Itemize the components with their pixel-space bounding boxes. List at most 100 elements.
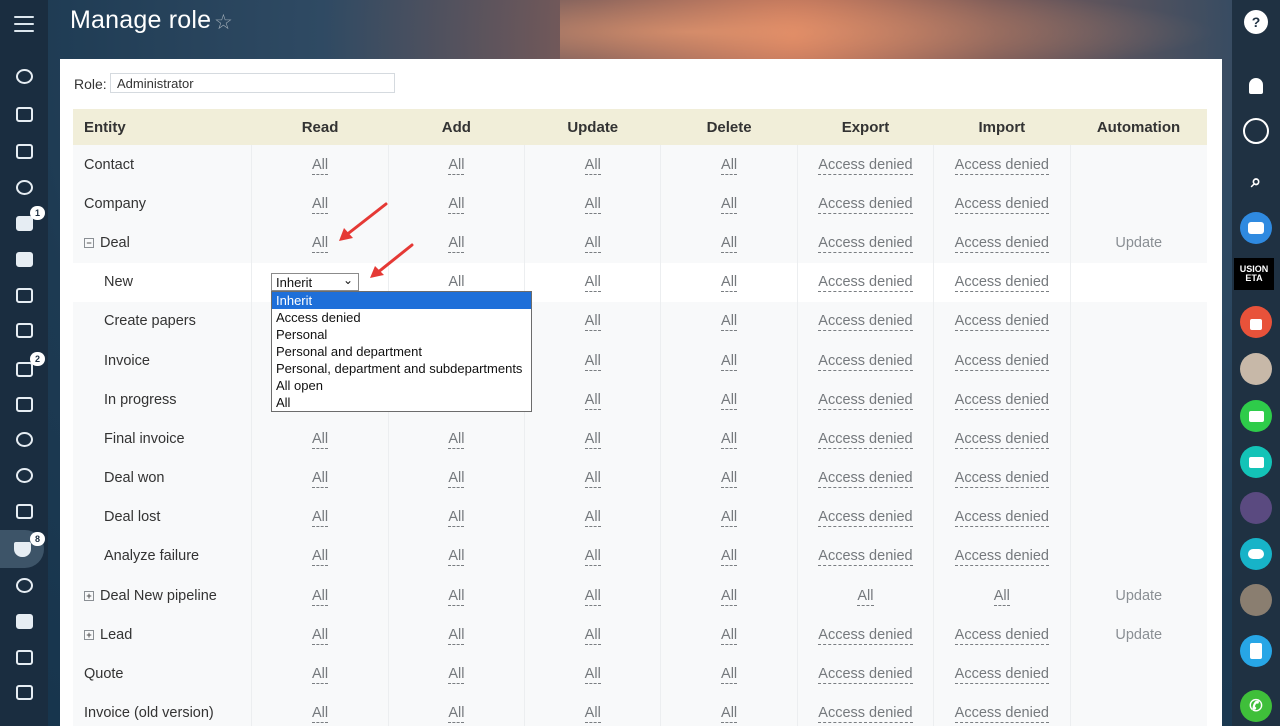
permission-value[interactable]: Access denied (818, 509, 913, 528)
permission-value[interactable]: All (584, 626, 601, 645)
permission-value[interactable]: All (584, 156, 601, 175)
permission-value[interactable]: All (448, 156, 465, 175)
video-call-icon[interactable] (1240, 446, 1272, 478)
permission-value[interactable]: Access denied (954, 626, 1049, 645)
help-icon[interactable]: ? (1244, 10, 1268, 34)
permission-value[interactable]: All (311, 234, 329, 253)
collapse-icon[interactable]: − (84, 237, 94, 248)
permission-value[interactable]: All (584, 352, 601, 371)
permission-value[interactable]: All (584, 470, 601, 489)
permission-value[interactable]: Access denied (818, 352, 913, 371)
funnel-icon[interactable]: 8 (0, 530, 45, 568)
chat-icon[interactable] (0, 132, 48, 170)
permission-value[interactable]: All (448, 666, 465, 685)
permission-value[interactable]: Access denied (818, 234, 913, 253)
permission-value[interactable]: All (721, 509, 738, 528)
permission-value[interactable]: Access denied (954, 313, 1049, 332)
group-chat-icon[interactable] (1240, 212, 1272, 244)
permission-value[interactable]: Access denied (818, 313, 913, 332)
dropdown-option[interactable]: All open (272, 377, 531, 394)
permission-value[interactable]: All (448, 195, 465, 214)
cloud-icon[interactable] (1240, 538, 1272, 570)
permission-value[interactable]: Access denied (818, 548, 913, 567)
permission-value[interactable]: Access denied (818, 274, 913, 293)
permission-value[interactable]: All (584, 430, 601, 449)
permission-value[interactable]: All (721, 705, 738, 724)
permission-value[interactable]: All (721, 548, 738, 567)
dropdown-option[interactable]: Access denied (272, 309, 531, 326)
avatar-1[interactable]: USION ETA (1234, 258, 1274, 290)
expand-icon[interactable]: + (84, 629, 94, 640)
dropdown-option[interactable]: All (272, 394, 531, 411)
avatar-3[interactable] (1240, 492, 1272, 524)
permission-value[interactable]: Access denied (954, 234, 1049, 253)
permission-value[interactable]: All (721, 352, 738, 371)
video-icon[interactable] (1240, 400, 1272, 432)
star-icon[interactable]: ☆ (214, 10, 233, 35)
permission-value[interactable]: All (584, 195, 601, 214)
permission-value[interactable]: All (584, 274, 601, 293)
permission-value[interactable]: Access denied (818, 195, 913, 214)
permission-value[interactable]: Access denied (954, 274, 1049, 293)
permission-value[interactable]: Access denied (954, 705, 1049, 724)
bell-icon[interactable] (1240, 70, 1272, 102)
permission-value[interactable]: All (311, 195, 329, 214)
calendar-icon[interactable] (0, 311, 48, 349)
permission-value[interactable]: Access denied (818, 430, 913, 449)
permission-value[interactable]: All (584, 587, 601, 606)
permission-value[interactable]: All (584, 666, 601, 685)
permission-value[interactable]: All (584, 705, 601, 724)
permission-value[interactable]: All (311, 587, 329, 606)
group-icon[interactable] (0, 168, 48, 206)
role-name-input[interactable] (110, 73, 395, 93)
lock-icon[interactable] (1240, 306, 1272, 338)
permission-value[interactable]: All (584, 548, 601, 567)
permission-value[interactable]: Access denied (818, 156, 913, 175)
permission-value[interactable]: Access denied (818, 705, 913, 724)
drive-icon[interactable] (0, 240, 48, 278)
permission-value[interactable]: All (448, 705, 465, 724)
permission-value[interactable]: Access denied (954, 156, 1049, 175)
permission-value[interactable]: All (721, 430, 738, 449)
permission-value[interactable]: All (721, 391, 738, 410)
permission-value[interactable]: All (311, 430, 329, 449)
mail-icon[interactable]: 1 (0, 204, 48, 242)
permission-value[interactable]: All (721, 313, 738, 332)
permission-value[interactable]: All (584, 313, 601, 332)
permission-value[interactable]: All (448, 626, 465, 645)
permission-value[interactable]: All (448, 274, 465, 293)
permission-value[interactable]: All (311, 470, 329, 489)
print-icon[interactable] (0, 673, 48, 711)
permission-value[interactable]: All (721, 234, 738, 253)
permission-value[interactable]: All (584, 391, 601, 410)
phone-chat-icon[interactable] (1240, 635, 1272, 667)
permission-value[interactable]: Access denied (818, 470, 913, 489)
permission-value[interactable]: Access denied (818, 626, 913, 645)
permission-value[interactable]: All (311, 705, 329, 724)
shop-icon[interactable] (0, 602, 48, 640)
dropdown-option[interactable]: Inherit (272, 292, 531, 309)
permission-value[interactable]: All (448, 234, 465, 253)
permission-value[interactable]: Access denied (954, 666, 1049, 685)
permission-value[interactable]: Access denied (954, 470, 1049, 489)
permission-value[interactable]: All (721, 156, 738, 175)
permission-value[interactable]: All (448, 509, 465, 528)
expand-icon[interactable]: + (84, 590, 94, 601)
sitemap-icon[interactable] (0, 57, 48, 95)
call-icon[interactable]: ✆ (1240, 690, 1272, 722)
permission-value[interactable]: All (721, 195, 738, 214)
menu-icon[interactable] (14, 16, 34, 32)
permission-value[interactable]: All (311, 156, 329, 175)
permission-value[interactable]: All (857, 587, 874, 606)
permission-value[interactable]: All (993, 587, 1010, 606)
permission-value[interactable]: All (584, 509, 601, 528)
tasks-icon[interactable]: 2 (0, 350, 48, 388)
time-icon[interactable] (0, 456, 48, 494)
permission-value[interactable]: Access denied (954, 509, 1049, 528)
permission-value[interactable]: Access denied (954, 430, 1049, 449)
news-icon[interactable] (0, 95, 48, 133)
permission-value[interactable]: All (448, 548, 465, 567)
permission-value[interactable]: All (721, 470, 738, 489)
permission-value[interactable]: All (311, 548, 329, 567)
permission-value[interactable]: All (311, 666, 329, 685)
